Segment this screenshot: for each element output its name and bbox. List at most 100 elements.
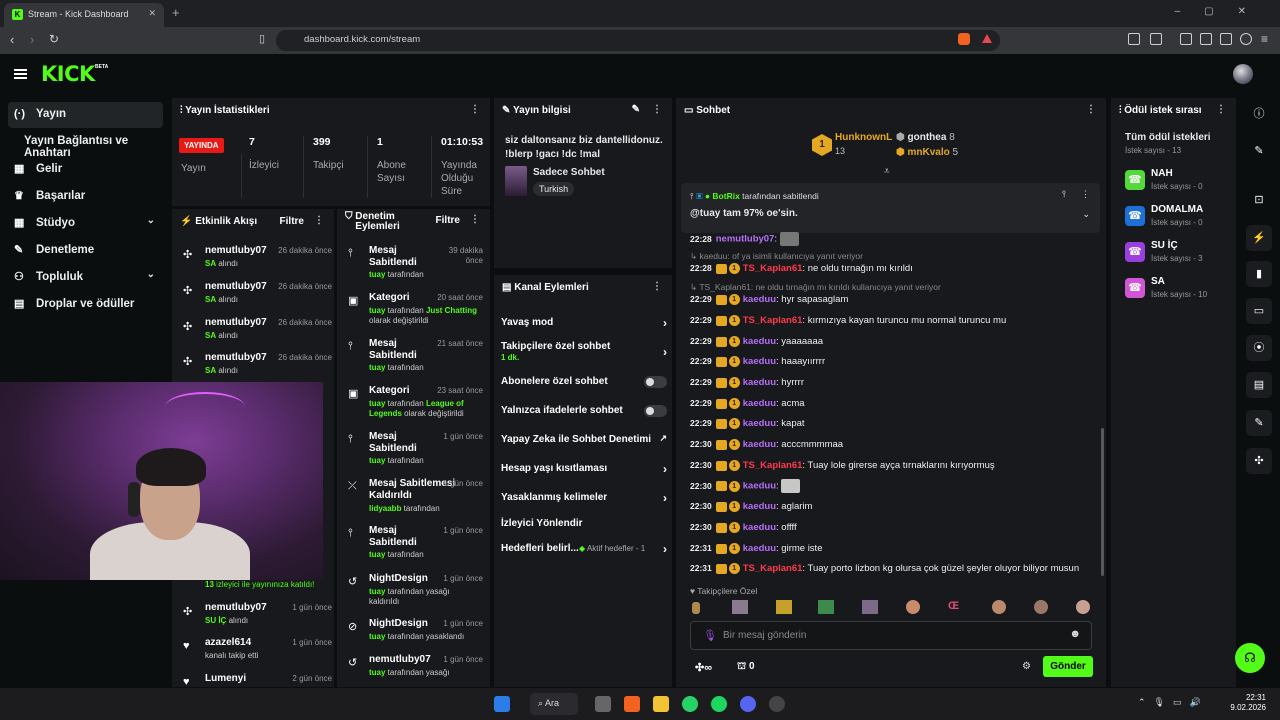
- msg-user[interactable]: kaeduu: [743, 336, 776, 347]
- nav-item-revenue[interactable]: ▦ Gelir: [8, 156, 163, 182]
- msg-user[interactable]: kaeduu: [743, 501, 776, 512]
- user-avatar[interactable]: [1233, 64, 1253, 84]
- chat-message[interactable]: 22:30 1 kaeduu: aglarim: [690, 501, 812, 512]
- extensions-icon[interactable]: [1128, 33, 1140, 45]
- chat-rail-icon[interactable]: ▭: [1246, 298, 1272, 324]
- system-clock[interactable]: 22:31 9.02.2026: [1230, 693, 1266, 713]
- chevron-down-icon[interactable]: ⌄: [1082, 209, 1090, 220]
- whatsapp-icon[interactable]: [682, 696, 698, 712]
- reward-item[interactable]: ☎ NAH İstek sayısı - 0: [1125, 168, 1225, 200]
- wrench-rail-icon[interactable]: ✎: [1246, 410, 1272, 436]
- msg-user[interactable]: kaeduu: [743, 377, 776, 388]
- close-tab-icon[interactable]: ✕: [148, 8, 156, 19]
- nav-item-stream-key[interactable]: Yayın Bağlantısı ve Anahtarı: [18, 129, 170, 159]
- emote-10[interactable]: [1076, 600, 1090, 614]
- info-icon[interactable]: ⓘ: [1246, 101, 1272, 127]
- nav-item-community[interactable]: ⚇ Topluluk ⌄: [8, 264, 163, 290]
- drops-rail-icon[interactable]: ▤: [1246, 372, 1272, 398]
- reward-item[interactable]: ☎ SA İstek sayısı - 10: [1125, 276, 1225, 308]
- kebab-menu-icon[interactable]: ⋮: [470, 104, 480, 115]
- redirect-row[interactable]: İzleyici Yönlendir: [501, 518, 667, 529]
- activity-user[interactable]: nemutluby07: [205, 281, 267, 292]
- chat-message[interactable]: 22:28 1 TS_Kaplan61: ne oldu tırnağın mı k…: [690, 263, 913, 274]
- chat-message[interactable]: 22:31 1 TS_Kaplan61: Tuay porto lizbon kg …: [690, 563, 1079, 574]
- all-rewards-link[interactable]: Tüm ödül istekleri: [1125, 132, 1211, 143]
- chat-message[interactable]: 22:30 1 TS_Kaplan61: Tuay lole girerse ayç…: [690, 460, 995, 471]
- activity-user[interactable]: nemutluby07: [205, 352, 267, 363]
- system-tray[interactable]: ⌃🎙▭🔊: [1138, 697, 1209, 708]
- chat-message[interactable]: 22:30 1 kaeduu: acccmmmmaa: [690, 439, 843, 450]
- unpin-icon[interactable]: ⫯: [1062, 189, 1066, 200]
- msg-user[interactable]: kaeduu: [743, 522, 776, 533]
- top-gifter-name[interactable]: HunknownL: [835, 132, 892, 143]
- reading-list-icon[interactable]: [1150, 33, 1162, 45]
- wallet-icon[interactable]: [1200, 33, 1212, 45]
- points-rail-icon[interactable]: ✣: [1246, 448, 1272, 474]
- chat-message[interactable]: 22:31 1 kaeduu: girme iste: [690, 543, 822, 554]
- chat-settings-icon[interactable]: ⚙: [1022, 661, 1031, 672]
- chat-message[interactable]: 22:30 1 kaeduu:: [690, 479, 801, 493]
- nav-item-studio[interactable]: ▦ Stüdyo ⌄: [8, 210, 163, 236]
- nav-item-stream[interactable]: (·) Yayın: [8, 102, 163, 128]
- nav-item-moderation[interactable]: ✎ Denetleme: [8, 237, 163, 263]
- microphone-icon[interactable]: 🎙: [703, 629, 717, 642]
- filter-button[interactable]: Filtre: [436, 216, 460, 226]
- activity-user[interactable]: nemutluby07: [205, 317, 267, 328]
- new-tab-icon[interactable]: +: [172, 5, 180, 20]
- kebab-menu-icon[interactable]: ⋮: [1081, 189, 1090, 200]
- address-bar[interactable]: dashboard.kick.com/stream: [276, 30, 1000, 51]
- sidebar-icon[interactable]: [1180, 33, 1192, 45]
- kebab-menu-icon[interactable]: ⋮: [1216, 104, 1226, 115]
- brave-rewards-icon[interactable]: [982, 34, 992, 43]
- nav-item-achievements[interactable]: ♛ Başarılar: [8, 183, 163, 209]
- emote-2[interactable]: [732, 600, 748, 614]
- broadcast-rail-icon[interactable]: ⦿: [1246, 335, 1272, 361]
- chat-message[interactable]: 22:29 1 kaeduu: hyrrrr: [690, 377, 804, 388]
- window-controls[interactable]: –▢✕: [1175, 6, 1270, 17]
- msg-user[interactable]: kaeduu: [743, 294, 776, 305]
- forward-icon[interactable]: ›: [30, 32, 34, 47]
- chat-message[interactable]: 22:29 1 TS_Kaplan61: kırmızıya kayan turun…: [690, 315, 1006, 326]
- edit-icon[interactable]: ✎: [1246, 138, 1272, 164]
- msg-user[interactable]: nemutluby07: [716, 234, 775, 245]
- activity-user[interactable]: nemutluby07: [205, 602, 267, 613]
- chat-message[interactable]: 22:29 1 kaeduu: yaaaaaaa: [690, 336, 823, 347]
- nav-item-drops[interactable]: ▤ Droplar ve ödüller: [8, 291, 163, 317]
- emoji-icon[interactable]: ☻: [1069, 628, 1081, 640]
- banned-words-row[interactable]: Yasaklanmış kelimeler ›: [501, 491, 667, 505]
- followers-only-row[interactable]: Takipçilere özel sohbet 1 dk. ›: [501, 341, 667, 363]
- send-button[interactable]: Gönder: [1043, 656, 1093, 677]
- bookmark-icon[interactable]: ▯: [259, 32, 265, 45]
- emotes-only-toggle[interactable]: [644, 405, 667, 417]
- collapse-icon[interactable]: ⩡: [884, 166, 890, 177]
- emote-7[interactable]: Œ: [948, 600, 964, 614]
- brave-taskbar-icon[interactable]: [624, 696, 640, 712]
- emote-8[interactable]: [992, 600, 1006, 614]
- brave-shield-icon[interactable]: [958, 33, 970, 45]
- edit-icon[interactable]: ✎: [632, 104, 640, 115]
- chat-message[interactable]: 22:29 1 kaeduu: acma: [690, 398, 805, 409]
- hamburger-menu-icon[interactable]: [14, 69, 27, 71]
- account-age-row[interactable]: Hesap yaşı kısıtlaması ›: [501, 462, 667, 476]
- filter-button[interactable]: Filtre: [280, 216, 304, 227]
- kebab-menu-icon[interactable]: ⋮: [470, 215, 480, 225]
- emote-6[interactable]: [906, 600, 920, 614]
- kebab-menu-icon[interactable]: ⋮: [314, 215, 324, 226]
- reward-item[interactable]: ☎ DOMALMA İstek sayısı - 0: [1125, 204, 1225, 236]
- support-headset-icon[interactable]: ☊: [1235, 643, 1265, 673]
- slow-mode-row[interactable]: Yavaş mod ›: [501, 316, 667, 330]
- chat-message[interactable]: 22:30 1 kaeduu: offff: [690, 522, 797, 533]
- layout-icon[interactable]: ⊡: [1246, 187, 1272, 213]
- obs-icon[interactable]: [769, 696, 785, 712]
- msg-user[interactable]: kaeduu: [743, 439, 776, 450]
- emote-3[interactable]: [776, 600, 792, 614]
- activity-user[interactable]: azazel614: [205, 637, 251, 648]
- ai-moderation-row[interactable]: Yapay Zeka ile Sohbet Denetimi ↗: [501, 433, 667, 445]
- msg-user[interactable]: kaeduu: [743, 356, 776, 367]
- back-icon[interactable]: ‹: [10, 32, 14, 47]
- vpn-icon[interactable]: [1240, 33, 1252, 45]
- gifter-2[interactable]: ⬢ gonthea 8: [896, 132, 955, 143]
- kebab-menu-icon[interactable]: ⋮: [652, 104, 662, 115]
- task-view-icon[interactable]: [595, 696, 611, 712]
- msg-user[interactable]: TS_Kaplan61: [743, 460, 803, 471]
